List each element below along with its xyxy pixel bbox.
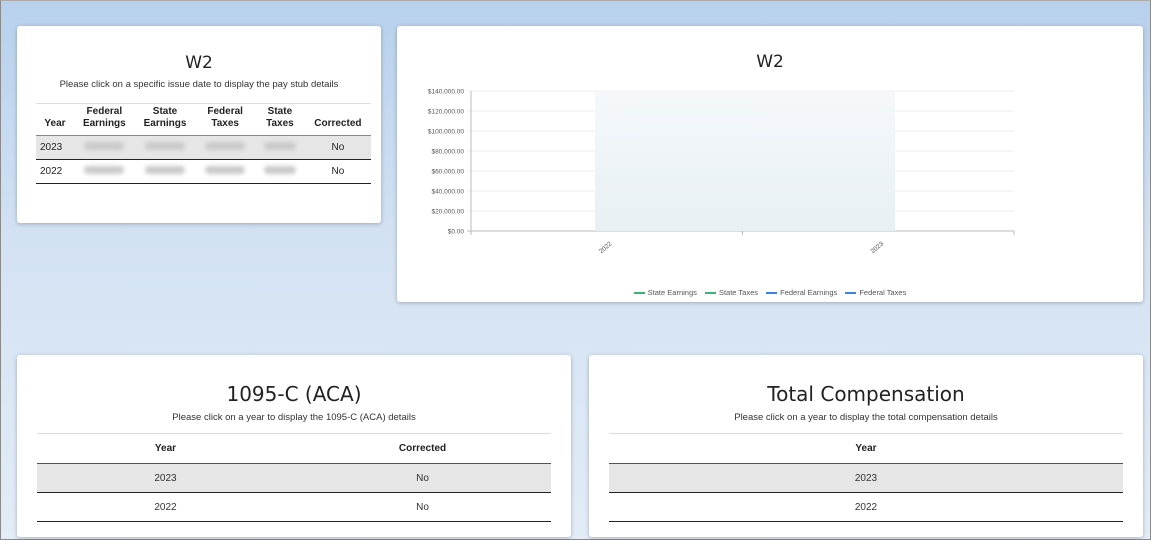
header-federal-taxes: Federal Taxes: [207, 106, 243, 129]
legend-item[interactable]: Federal Earnings: [766, 288, 837, 297]
legend-label: Federal Taxes: [859, 288, 907, 297]
total-compensation-table: Year 2023 2022: [609, 433, 1123, 522]
x-tick-label: 2023: [869, 240, 885, 255]
aca-year-cell[interactable]: 2023: [37, 464, 294, 493]
total-compensation-row[interactable]: 2023: [609, 463, 1123, 493]
w2-table-title: W2: [185, 53, 213, 73]
aca-card: 1095-C (ACA) Please click on a year to d…: [17, 355, 571, 537]
redacted-value: [135, 136, 196, 160]
w2-line-chart: $0.00 $20,000.00 $40,000.00 $60,000.00 $80,0…: [428, 89, 1015, 255]
w2-corrected-cell: No: [331, 142, 345, 153]
aca-corrected-cell: No: [416, 472, 429, 484]
header-year: Year: [855, 443, 877, 454]
legend-item[interactable]: Federal Taxes: [845, 288, 906, 297]
w2-year-cell[interactable]: 2022: [36, 160, 74, 184]
header-federal-earnings: Federal Earnings: [82, 106, 126, 129]
y-tick-label: $20,000.00: [431, 209, 464, 216]
aca-subtitle: Please click on a year to display the 10…: [172, 412, 416, 423]
redacted-value: [74, 160, 135, 184]
redacted-value: [195, 136, 255, 160]
total-compensation-header-row: Year: [609, 433, 1123, 464]
w2-table-header-row: Year Federal Earnings State Earnings Feder…: [36, 104, 371, 136]
y-tick-label: $120,000.00: [428, 109, 465, 116]
total-compensation-subtitle: Please click on a year to display the to…: [734, 412, 998, 423]
redacted-value: [195, 160, 255, 184]
header-year: Year: [44, 118, 66, 129]
legend-item[interactable]: State Taxes: [704, 288, 759, 297]
w2-table-card: W2 Please click on a specific issue date…: [17, 26, 381, 223]
w2-table: Year Federal Earnings State Earnings Feder…: [36, 103, 371, 184]
aca-title: 1095-C (ACA): [226, 382, 362, 406]
total-compensation-row[interactable]: 2022: [609, 493, 1123, 522]
header-year: Year: [154, 443, 177, 454]
aca-table-row[interactable]: 2022 No: [37, 493, 551, 522]
legend-item[interactable]: State Earnings: [633, 288, 697, 297]
legend-label: State Earnings: [647, 288, 697, 297]
redacted-value: [255, 136, 305, 160]
w2-chart-card: W2 $0.00 $20,000.00 $40,000.00 $60,000.00 $8…: [397, 26, 1143, 302]
aca-header-row: Year Corrected: [37, 433, 551, 464]
header-corrected: Corrected: [314, 118, 362, 129]
total-compensation-title: Total Compensation: [767, 382, 965, 406]
header-state-earnings: State Earnings: [143, 106, 187, 129]
header-state-taxes: State Taxes: [266, 106, 294, 129]
w2-corrected-cell: No: [331, 166, 345, 177]
aca-table: Year Corrected 2023 No 2022 No: [37, 433, 551, 522]
legend-label: Federal Earnings: [780, 288, 838, 297]
redacted-plot-area: [595, 91, 895, 231]
legend-swatch: [704, 292, 716, 295]
redacted-value: [135, 160, 196, 184]
y-tick-label: $60,000.00: [431, 169, 464, 176]
aca-corrected-cell: No: [416, 501, 429, 513]
legend-swatch: [633, 292, 645, 295]
aca-table-row[interactable]: 2023 No: [37, 463, 551, 493]
redacted-value: [74, 136, 135, 160]
total-compensation-year-cell[interactable]: 2022: [609, 493, 1123, 522]
aca-year-cell[interactable]: 2022: [37, 493, 294, 522]
header-corrected: Corrected: [398, 443, 447, 454]
total-compensation-card: Total Compensation Please click on a yea…: [589, 355, 1143, 537]
w2-table-subtitle: Please click on a specific issue date to…: [59, 79, 339, 90]
legend-swatch: [766, 292, 778, 295]
redacted-value: [255, 160, 305, 184]
chart-legend: State Earnings State Taxes Federal Earni…: [397, 288, 1143, 297]
y-tick-label: $0.00: [448, 229, 465, 236]
y-tick-label: $40,000.00: [431, 189, 464, 196]
y-tick-label: $140,000.00: [428, 89, 465, 96]
w2-table-row[interactable]: 2022 No: [36, 160, 371, 184]
w2-year-cell[interactable]: 2023: [36, 136, 74, 160]
legend-label: State Taxes: [718, 288, 759, 297]
total-compensation-year-cell[interactable]: 2023: [609, 464, 1123, 493]
w2-table-row[interactable]: 2023 No: [36, 135, 371, 160]
y-tick-label: $80,000.00: [431, 149, 464, 156]
legend-swatch: [845, 292, 857, 295]
y-tick-label: $100,000.00: [428, 129, 465, 136]
x-tick-label: 2022: [598, 240, 614, 255]
